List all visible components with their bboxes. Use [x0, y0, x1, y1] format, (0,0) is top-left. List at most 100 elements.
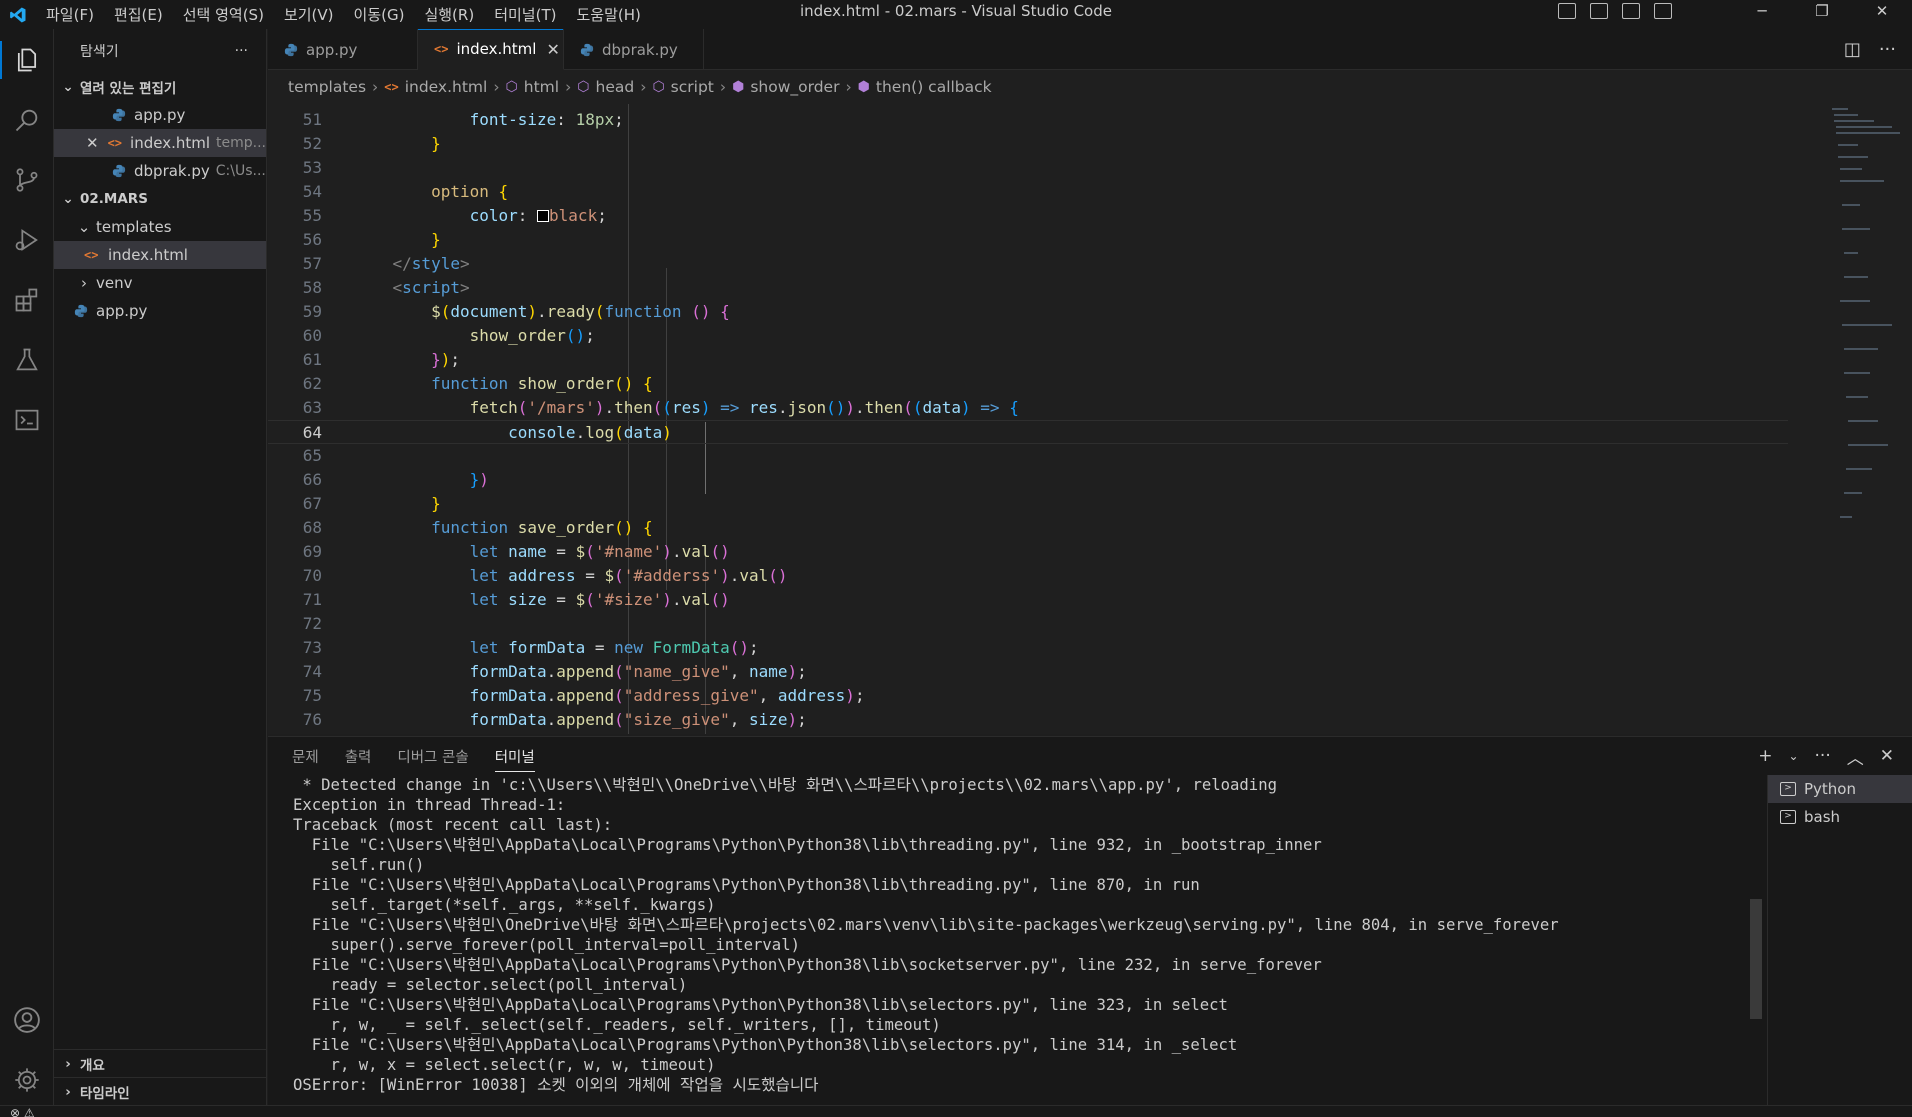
breadcrumb-item[interactable]: index.html [405, 78, 488, 96]
terminal-line: * Detected change in 'c:\\Users\\박현민\\On… [293, 776, 1277, 794]
terminal-scrollbar[interactable] [1750, 899, 1762, 1019]
menu-view[interactable]: 보기(V) [274, 4, 344, 25]
open-editors-label: 열려 있는 편집기 [80, 81, 177, 97]
breadcrumb-item[interactable]: templates [288, 78, 366, 96]
close-icon[interactable]: ✕ [86, 134, 108, 152]
minimize-button[interactable]: ─ [1732, 0, 1792, 22]
chevron-right-icon: › [640, 78, 647, 96]
project-section[interactable]: ⌄ 02.MARS [54, 185, 266, 213]
breadcrumb: templates › <> index.html › ⬡ html › ⬡ h… [268, 70, 1912, 104]
split-editor-icon[interactable]: ◫ [1844, 39, 1861, 60]
terminal-view-icon[interactable] [0, 395, 54, 445]
tree-item-label: app.py [96, 302, 148, 320]
run-debug-icon[interactable] [0, 215, 54, 265]
menu-go[interactable]: 이동(G) [344, 4, 415, 25]
outline-section[interactable]: › 개요 [54, 1049, 266, 1077]
terminal-line: File "C:\Users\박현민\AppData\Local\Program… [293, 876, 1200, 894]
terminal-instance-python[interactable]: > Python [1768, 775, 1912, 803]
open-editor-name: app.py [134, 106, 186, 124]
breadcrumb-item[interactable]: show_order [750, 78, 839, 96]
menu-file[interactable]: 파일(F) [36, 4, 104, 25]
terminal-line: OSError: [WinError 10038] 소켓 이외의 개체에 작업을… [293, 1076, 819, 1094]
search-icon[interactable] [0, 95, 54, 145]
open-editor-item[interactable]: ✕ <> index.html temp... [54, 129, 266, 157]
terminal-line: ready = selector.select(poll_interval) [293, 976, 688, 994]
source-control-icon[interactable] [0, 155, 54, 205]
line-number: 73 [302, 638, 322, 657]
tab-index-html[interactable]: <> index.html ✕ [418, 29, 564, 70]
timeline-section[interactable]: › 타임라인 [54, 1077, 266, 1105]
tree-folder-venv[interactable]: › venv [54, 269, 266, 297]
tree-folder-templates[interactable]: ⌄ templates [54, 213, 266, 241]
more-actions-icon[interactable]: ··· [235, 43, 248, 59]
toggle-secondary-sidebar-icon[interactable] [1622, 3, 1640, 19]
line-number: 53 [302, 158, 322, 177]
open-editor-item[interactable]: app.py [54, 101, 266, 129]
menu-terminal[interactable]: 터미널(T) [484, 4, 566, 25]
more-actions-icon[interactable]: ··· [1815, 746, 1831, 766]
open-editors-section[interactable]: ⌄ 열려 있는 편집기 [54, 73, 266, 101]
breadcrumb-item[interactable]: html [524, 78, 559, 96]
breadcrumb-item[interactable]: head [596, 78, 635, 96]
tab-output[interactable]: 출력 [345, 746, 372, 767]
maximize-panel-icon[interactable]: ︿ [1847, 744, 1864, 769]
tab-terminal[interactable]: 터미널 [494, 746, 535, 772]
status-bar: ⊗ ⚠ [0, 1105, 1912, 1117]
chevron-right-icon: › [493, 78, 500, 96]
restore-button[interactable]: ❐ [1792, 0, 1852, 22]
open-editor-name: index.html [130, 134, 211, 152]
new-terminal-icon[interactable]: + [1758, 746, 1772, 766]
more-actions-icon[interactable]: ··· [1879, 39, 1896, 60]
problems-status-icon[interactable]: ⊗ ⚠ [10, 1106, 35, 1117]
tree-file-index-html[interactable]: <> index.html [54, 241, 266, 269]
chevron-right-icon: › [565, 78, 572, 96]
testing-icon[interactable] [0, 335, 54, 385]
terminal-output[interactable]: * Detected change in 'c:\\Users\\박현민\\On… [268, 775, 1768, 1105]
close-panel-icon[interactable]: ✕ [1880, 746, 1894, 766]
code-line: 73 let formData = new FormData(); [268, 636, 1788, 660]
explorer-icon[interactable] [0, 35, 54, 85]
chevron-right-icon: › [65, 1055, 71, 1072]
code-editor[interactable]: 51 font-size: 18px; 52 } 53 54 option { … [268, 104, 1912, 734]
code-line: 55 color: black; [268, 204, 1788, 228]
breadcrumb-item[interactable]: then() callback [876, 78, 992, 96]
open-editor-desc: temp... [216, 135, 266, 151]
accounts-icon[interactable] [0, 995, 54, 1045]
color-swatch-icon[interactable] [537, 210, 550, 222]
tab-problems[interactable]: 문제 [292, 746, 319, 767]
terminal-line: self.run() [293, 856, 425, 874]
terminal-instance-bash[interactable]: > bash [1768, 803, 1912, 831]
close-window-button[interactable]: ✕ [1852, 0, 1912, 22]
code-line: 74 formData.append("name_give", name); [268, 660, 1788, 684]
tab-app-py[interactable]: app.py [268, 29, 418, 70]
minimap[interactable] [1804, 104, 1912, 734]
terminal-line: File "C:\Users\박현민\OneDrive\바탕 화면\스파르타\p… [293, 916, 1559, 934]
project-label: 02.MARS [80, 191, 148, 207]
tree-file-app-py[interactable]: app.py [54, 297, 266, 325]
code-line: 76 formData.append("size_give", size); [268, 708, 1788, 732]
open-editor-name: dbprak.py [134, 162, 210, 180]
panel-actions: + ⌄ ··· ︿ ✕ [1758, 737, 1894, 775]
settings-gear-icon[interactable] [0, 1055, 54, 1105]
toggle-panel-icon[interactable] [1590, 3, 1608, 19]
chevron-down-icon[interactable]: ⌄ [1788, 749, 1798, 763]
tab-dbprak-py[interactable]: dbprak.py [564, 29, 704, 70]
line-number: 52 [302, 134, 322, 153]
tab-label: app.py [306, 40, 358, 59]
breadcrumb-item[interactable]: script [671, 78, 714, 96]
code-line: 53 [268, 156, 1788, 180]
menu-run[interactable]: 실행(R) [414, 4, 484, 25]
line-number: 66 [302, 470, 322, 489]
menu-help[interactable]: 도움말(H) [566, 4, 650, 25]
customize-layout-icon[interactable] [1654, 3, 1672, 19]
toggle-primary-sidebar-icon[interactable] [1558, 3, 1576, 19]
menu-selection[interactable]: 선택 영역(S) [173, 4, 274, 25]
line-number: 60 [302, 326, 322, 345]
extensions-icon[interactable] [0, 275, 54, 325]
editor-actions: ◫ ··· [1844, 29, 1896, 70]
tab-debug-console[interactable]: 디버그 콘솔 [397, 746, 468, 767]
close-tab-icon[interactable]: ✕ [546, 40, 559, 59]
open-editor-item[interactable]: dbprak.py C:\Us... [54, 157, 266, 185]
python-file-icon [74, 304, 88, 318]
menu-edit[interactable]: 편집(E) [104, 4, 173, 25]
